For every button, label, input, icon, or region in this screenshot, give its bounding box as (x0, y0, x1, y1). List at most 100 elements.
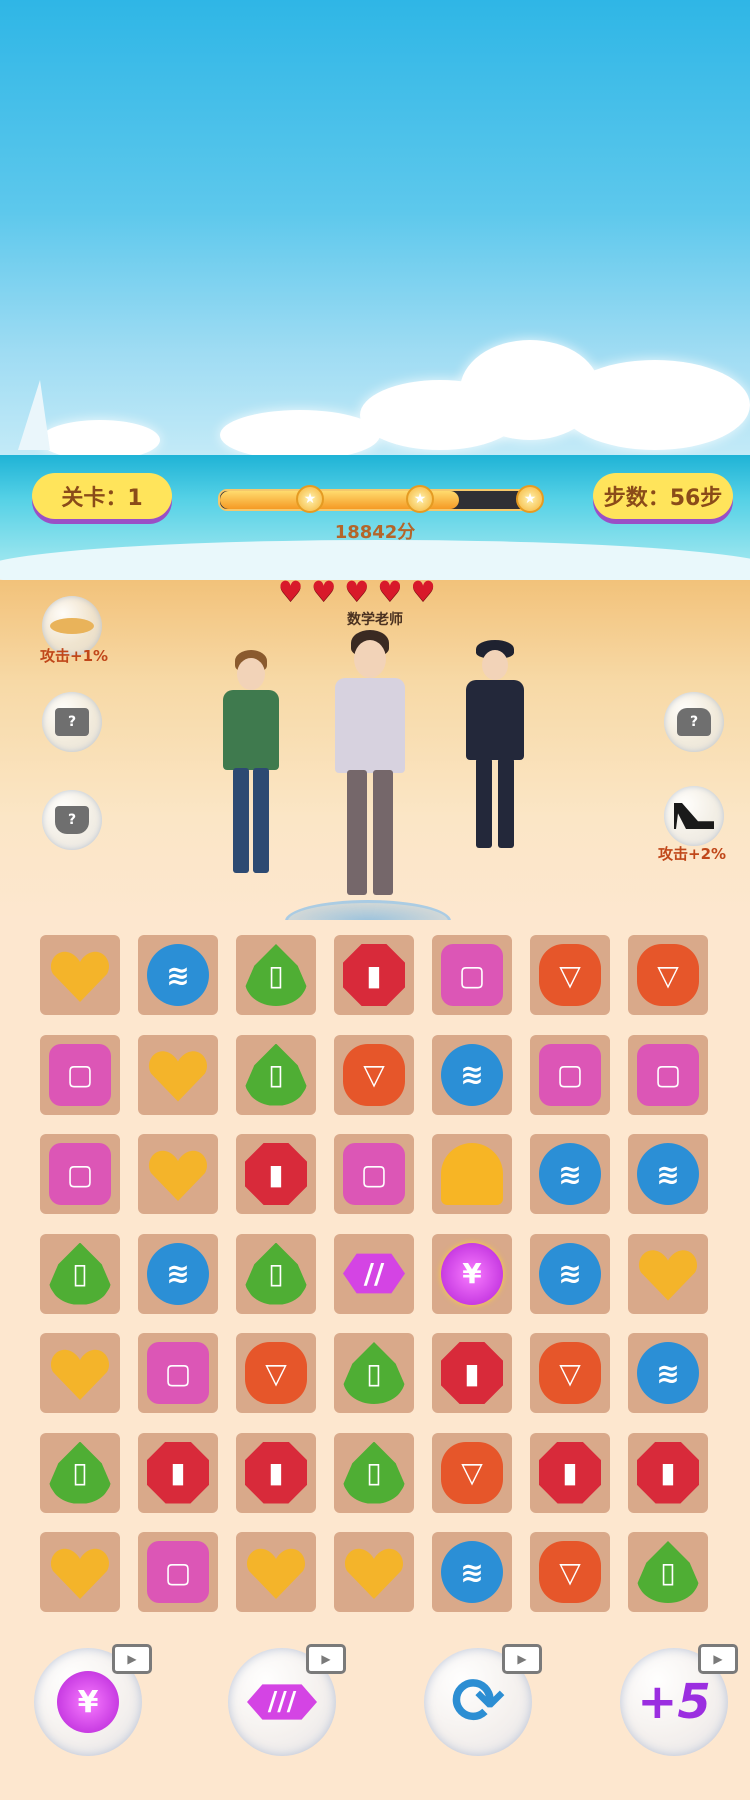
board-tile[interactable] (40, 1532, 120, 1612)
character-center (325, 630, 415, 900)
heart-icon: ♥ (410, 575, 436, 608)
rocket-powerup[interactable]: /// ▶ (228, 1644, 346, 1756)
video-play-icon[interactable]: ▶ (306, 1644, 346, 1674)
beach-scene (0, 0, 750, 920)
bag-gem-icon: ≋ (441, 1541, 503, 1603)
board-tile[interactable]: ¥ (432, 1233, 512, 1314)
board-tile[interactable]: ▽ (530, 1532, 610, 1612)
cloud (220, 410, 380, 460)
board-tile[interactable] (40, 935, 120, 1015)
star-icon: ★ (296, 485, 324, 513)
board-tile[interactable] (628, 1233, 708, 1314)
board-tile[interactable]: ▯ (40, 1432, 120, 1513)
equip-slot-skirt[interactable]: ? (42, 790, 102, 850)
rocket-icon: /// (247, 1684, 317, 1720)
board-tile[interactable]: ▮ (530, 1432, 610, 1513)
board-tile[interactable]: ▯ (334, 1432, 414, 1513)
steps-indicator: 步数：56步 (593, 473, 733, 519)
board-tile[interactable]: ▯ (628, 1532, 708, 1612)
board-tile[interactable]: ▯ (236, 1233, 316, 1314)
bomb-powerup[interactable]: ¥ ▶ (34, 1644, 152, 1756)
board-tile[interactable]: ▽ (530, 1333, 610, 1413)
star-icon: ★ (516, 485, 544, 513)
hearts-row: ♥ ♥ ♥ ♥ ♥ (278, 578, 436, 606)
board-tile[interactable]: ▮ (334, 935, 414, 1015)
perfume-gem-icon: ▢ (147, 1342, 209, 1404)
board-tile[interactable]: ≋ (432, 1532, 512, 1612)
board-tile[interactable]: ≋ (530, 1233, 610, 1314)
shell-gem-icon (441, 1143, 503, 1205)
board-tile[interactable]: ▽ (236, 1333, 316, 1413)
lipstick-gem-icon: ▮ (147, 1441, 209, 1504)
bag-gem-icon: ≋ (539, 1143, 601, 1205)
lipstick-gem-icon: ▮ (245, 1143, 307, 1205)
equip-slot-heels[interactable] (664, 786, 724, 846)
video-play-icon[interactable]: ▶ (502, 1644, 542, 1674)
board-tile[interactable]: ≋ (138, 1233, 218, 1314)
perfume-gem-icon: ▢ (147, 1541, 209, 1603)
score-text: 18842分 (334, 522, 416, 543)
score-progress-bar (218, 489, 540, 511)
board-tile[interactable]: ▢ (628, 1034, 708, 1115)
board-tile[interactable] (334, 1532, 414, 1612)
board-tile[interactable]: ▢ (138, 1532, 218, 1612)
heels-gem-icon (147, 1143, 209, 1205)
bag-gem-icon: ≋ (539, 1242, 601, 1305)
board-tile[interactable]: ▢ (432, 935, 512, 1015)
board-tile[interactable]: // (334, 1233, 414, 1314)
board-tile[interactable]: ▯ (236, 1034, 316, 1115)
board-tile[interactable]: ▢ (138, 1333, 218, 1413)
lotion-gem-icon: ▯ (343, 1441, 405, 1504)
board-tile[interactable]: ▯ (40, 1233, 120, 1314)
board-tile[interactable]: ▮ (138, 1432, 218, 1513)
board-tile[interactable]: ▮ (236, 1432, 316, 1513)
lipstick-gem-icon: ▮ (245, 1441, 307, 1504)
board-tile[interactable] (236, 1532, 316, 1612)
board-tile[interactable]: ≋ (628, 1134, 708, 1214)
board-tile[interactable]: ▢ (530, 1034, 610, 1115)
board-tile[interactable]: ▯ (334, 1333, 414, 1413)
shirt-icon: ? (55, 708, 89, 736)
board-tile[interactable] (138, 1134, 218, 1214)
board-tile[interactable]: ▮ (628, 1432, 708, 1513)
board-tile[interactable]: ≋ (138, 935, 218, 1015)
board-tile[interactable]: ≋ (628, 1333, 708, 1413)
video-play-icon[interactable]: ▶ (112, 1644, 152, 1674)
board-tile[interactable]: ▽ (530, 935, 610, 1015)
equip-slot-shirt[interactable]: ? (42, 692, 102, 752)
perfume-gem-icon: ▢ (49, 1143, 111, 1205)
lipstick-gem-icon: ▮ (441, 1342, 503, 1404)
sailboat (18, 380, 50, 450)
heels-gem-icon (245, 1541, 307, 1603)
cloud (560, 360, 750, 450)
extra-steps-powerup[interactable]: +5 ▶ (620, 1644, 738, 1756)
board-tile[interactable] (40, 1333, 120, 1413)
board-tile[interactable]: ▢ (334, 1134, 414, 1214)
skirt-gem-icon: ▽ (245, 1342, 307, 1404)
heels-gem-icon (49, 1541, 111, 1603)
board-tile[interactable]: ≋ (530, 1134, 610, 1214)
equip-slot-bag[interactable]: ? (664, 692, 724, 752)
board-tile[interactable]: ≋ (432, 1034, 512, 1115)
equip-bonus-hat: 攻击+1% (40, 647, 109, 665)
perfume-gem-icon: ▢ (637, 1043, 699, 1106)
character-right (460, 640, 530, 850)
lotion-gem-icon: ▯ (49, 1441, 111, 1504)
heart-icon: ♥ (377, 575, 403, 608)
board-tile[interactable]: ▢ (40, 1134, 120, 1214)
board-tile[interactable]: ▮ (432, 1333, 512, 1413)
heels-gem-icon (49, 944, 111, 1006)
video-play-icon[interactable]: ▶ (698, 1644, 738, 1674)
shuffle-powerup[interactable]: ⟳ ▶ (424, 1644, 542, 1756)
board-tile[interactable] (432, 1134, 512, 1214)
board-tile[interactable]: ▯ (236, 935, 316, 1015)
board-tile[interactable]: ▢ (40, 1034, 120, 1115)
board-tile[interactable]: ▽ (432, 1432, 512, 1513)
skirt-gem-icon: ▽ (343, 1043, 405, 1106)
bag-gem-icon: ≋ (147, 1242, 209, 1305)
board-tile[interactable] (138, 1034, 218, 1115)
board-tile[interactable]: ▽ (628, 935, 708, 1015)
board-tile[interactable]: ▮ (236, 1134, 316, 1214)
perfume-gem-icon: ▢ (49, 1043, 111, 1106)
board-tile[interactable]: ▽ (334, 1034, 414, 1115)
